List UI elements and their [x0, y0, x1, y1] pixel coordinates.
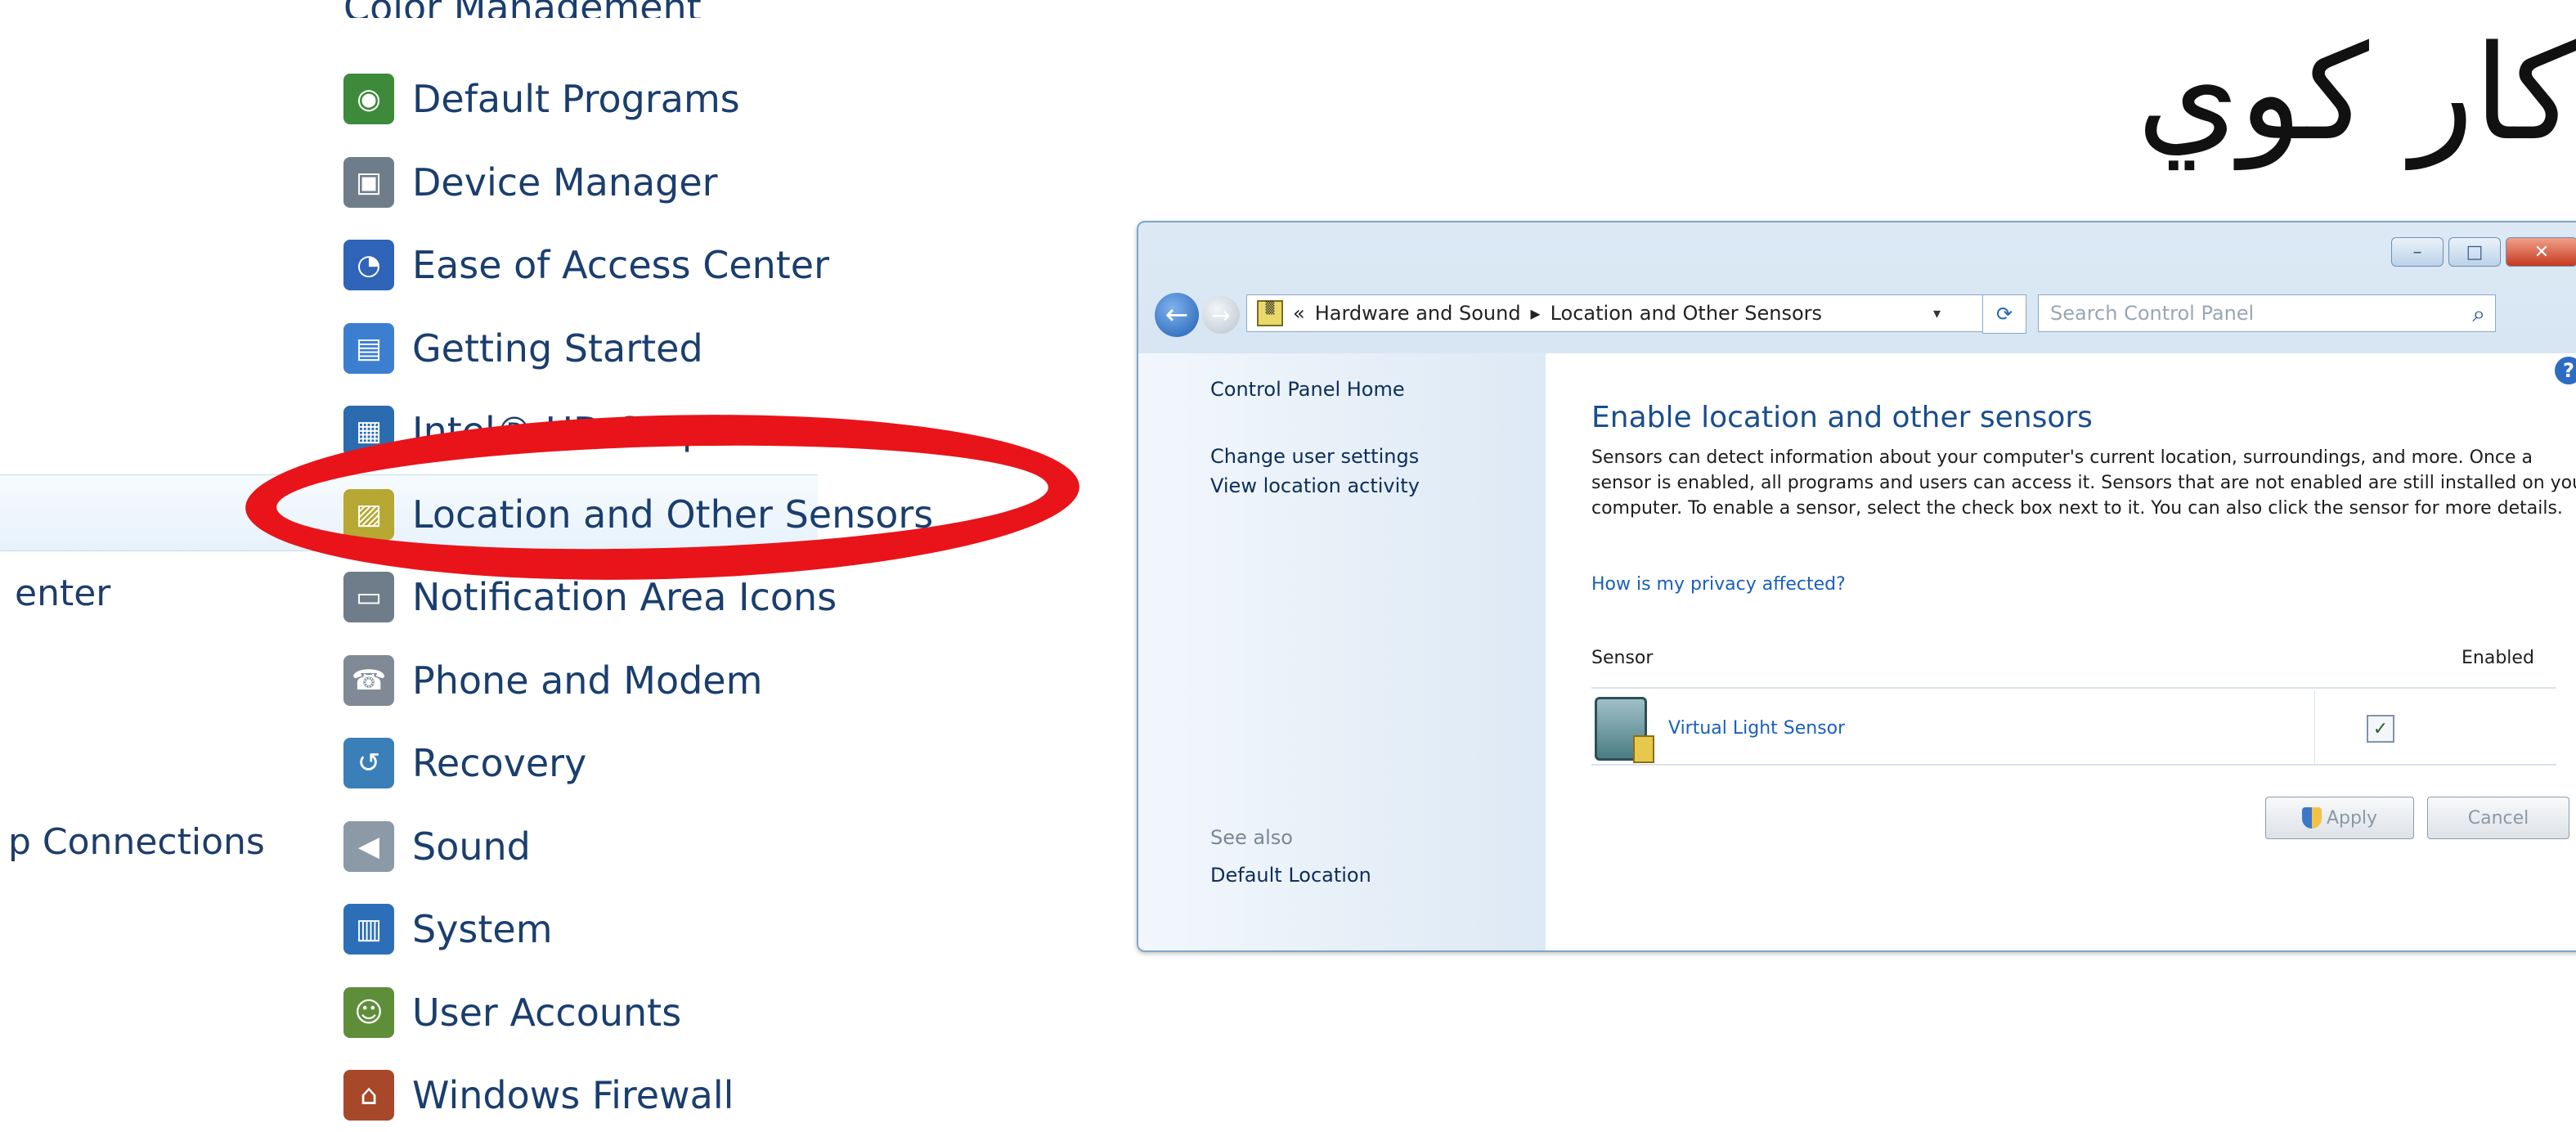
column-header-enabled: Enabled [2462, 648, 2534, 668]
sensor-enabled-checkbox[interactable]: ✓ [2367, 715, 2394, 743]
table-header-divider [1591, 687, 2556, 689]
address-bar-row: ← → ▒ « Hardware and Sound ▸ Location an… [1155, 286, 2576, 344]
default-programs-icon: ◉ [343, 74, 394, 124]
cp-item-device-manager[interactable]: ▣ Device Manager [343, 146, 718, 219]
cp-item-ease-of-access[interactable]: ◔ Ease of Access Center [343, 228, 829, 302]
minimize-button[interactable]: – [2391, 237, 2444, 267]
firewall-icon: ⌂ [343, 1070, 394, 1121]
cp-item-label: Default Programs [412, 77, 740, 121]
back-arrow-icon[interactable]: ← [1155, 293, 1199, 337]
graphics-icon: ▦ [343, 406, 394, 456]
cp-item-default-programs[interactable]: ◉ Default Programs [343, 62, 740, 136]
cp-item-label: Location and Other Sensors [412, 492, 934, 537]
column-header-sensor: Sensor [1591, 648, 1654, 668]
cp-item-label: Recovery [412, 741, 587, 785]
see-also-label: See also [1210, 826, 1293, 849]
breadcrumb-separator-icon[interactable]: ▸ [1531, 302, 1541, 325]
cp-item-sound[interactable]: ◀ Sound [343, 810, 531, 883]
table-row-divider [1591, 764, 2556, 766]
cp-item-recovery[interactable]: ↺ Recovery [343, 726, 586, 800]
cp-item-label: Windows Firewall [412, 1073, 734, 1117]
cp-item-notification[interactable]: ▭ Notification Area Icons [343, 560, 837, 634]
cp-item-label: Sound [412, 824, 531, 869]
address-bar[interactable]: ▒ « Hardware and Sound ▸ Location and Ot… [1246, 294, 1999, 332]
column-divider [2314, 690, 2315, 764]
apply-button[interactable]: Apply [2265, 797, 2414, 839]
sound-icon: ◀ [343, 820, 394, 872]
apply-label: Apply [2326, 807, 2378, 829]
cp-item-graphics[interactable]: ▦ Intel® HD Graphics [343, 394, 780, 468]
breadcrumb-location-sensors[interactable]: Location and Other Sensors [1551, 302, 1822, 325]
forward-arrow-icon[interactable]: → [1202, 296, 1240, 334]
cp-item-label: Ease of Access Center [412, 243, 830, 287]
cp-item-label: Intel® HD Graphics [412, 409, 781, 453]
sidebar-item-change-user-settings[interactable]: Change user settings [1210, 445, 1419, 468]
uac-shield-icon [2301, 807, 2322, 829]
cancel-button[interactable]: Cancel [2427, 797, 2569, 839]
cp-item-firewall[interactable]: ⌂ Windows Firewall [343, 1058, 734, 1132]
location-sensors-icon: ▨ [343, 488, 394, 540]
cp-item-label: Phone and Modem [412, 658, 763, 703]
sensor-link-virtual-light-sensor[interactable]: Virtual Light Sensor [1668, 718, 1845, 739]
getting-started-icon: ▤ [343, 322, 394, 374]
recovery-icon: ↺ [343, 738, 394, 788]
page-description: Sensors can detect information about you… [1591, 447, 2576, 519]
page-title: Enable location and other sensors [1591, 401, 2093, 434]
light-sensor-icon [1595, 697, 1654, 763]
control-panel-window: – □ ✕ ← → ▒ « Hardware and Sound ▸ Locat… [1137, 221, 2576, 952]
location-sensors-icon: ▒ [1257, 300, 1283, 326]
arabic-caption: كار كوي [2136, 16, 2576, 169]
maximize-button[interactable]: □ [2448, 237, 2501, 267]
cp-item-label: Notification Area Icons [412, 575, 837, 619]
breadcrumb-chevron[interactable]: « [1293, 302, 1305, 325]
device-manager-icon: ▣ [343, 156, 394, 208]
help-icon[interactable]: ? [2555, 357, 2576, 384]
sidebar-item-control-panel-home[interactable]: Control Panel Home [1210, 378, 1405, 401]
cp-item-user-accounts[interactable]: ☺ User Accounts [343, 976, 681, 1049]
sidebar: Control Panel Home Change user settings … [1138, 353, 1546, 950]
left-fragment-connections: p Connections [8, 821, 265, 863]
cp-item-color-management[interactable]: Color Management [343, 0, 702, 18]
notification-icon: ▭ [343, 572, 394, 622]
sidebar-item-view-location-activity[interactable]: View location activity [1210, 474, 1420, 497]
search-icon[interactable]: ⌕ [2472, 300, 2485, 328]
window-title-buttons: – □ ✕ [2391, 237, 2576, 267]
chevron-down-icon[interactable]: ▾ [1933, 305, 1941, 322]
cp-item-location-sensors[interactable]: ▨ Location and Other Sensors [343, 478, 933, 551]
left-fragment-enter: enter [15, 573, 111, 614]
cp-item-phone-modem[interactable]: ☎ Phone and Modem [343, 644, 762, 717]
close-button[interactable]: ✕ [2506, 237, 2576, 267]
system-icon: ▥ [343, 904, 394, 955]
main-content: ? Enable location and other sensors Sens… [1546, 353, 2576, 950]
cp-item-label: Getting Started [412, 326, 703, 371]
search-placeholder: Search Control Panel [2050, 302, 2255, 325]
cp-item-label: Color Management [343, 0, 702, 18]
phone-modem-icon: ☎ [343, 654, 394, 706]
cp-item-label: User Accounts [412, 990, 682, 1035]
user-accounts-icon: ☺ [343, 986, 394, 1038]
sidebar-item-default-location[interactable]: Default Location [1210, 864, 1371, 887]
cp-item-label: Device Manager [412, 159, 718, 204]
cp-item-label: System [412, 907, 553, 951]
cp-item-system[interactable]: ▥ System [343, 892, 553, 966]
cancel-label: Cancel [2467, 807, 2529, 829]
breadcrumb-hardware-and-sound[interactable]: Hardware and Sound [1315, 302, 1521, 325]
cp-item-getting-started[interactable]: ▤ Getting Started [343, 312, 703, 385]
privacy-link[interactable]: How is my privacy affected? [1591, 574, 1846, 595]
ease-of-access-icon: ◔ [343, 240, 394, 290]
search-input[interactable]: Search Control Panel ⌕ [2038, 294, 2496, 332]
refresh-icon[interactable]: ⟳ [1982, 294, 2026, 334]
